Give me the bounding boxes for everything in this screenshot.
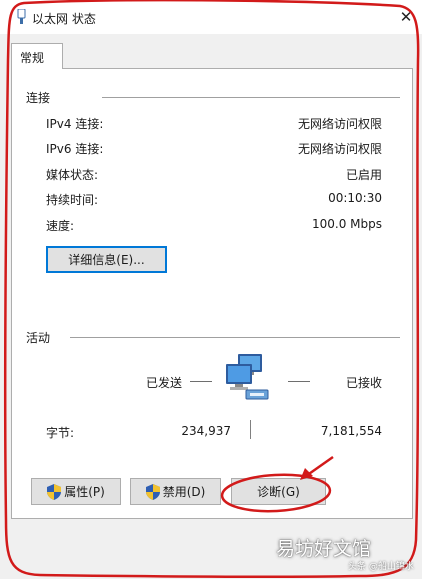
diagnose-button[interactable]: 诊断(G) <box>231 478 326 505</box>
bytes-label: 字节: <box>46 426 75 440</box>
watermark-text: 易坊好文馆 <box>276 538 372 560</box>
uac-shield-icon <box>47 483 62 500</box>
media-state-label: 媒体状态: <box>46 168 99 182</box>
received-label: 已接收 <box>345 376 382 390</box>
speed-label: 速度: <box>46 219 75 233</box>
activity-group-title: 活动 <box>26 331 51 345</box>
sent-label: 已发送 <box>146 376 183 390</box>
ipv4-label: IPv4 连接: <box>46 117 104 131</box>
bytes-separator <box>250 420 251 439</box>
close-button[interactable]: ✕ <box>392 4 420 30</box>
bytes-received-value: 7,181,554 <box>320 424 382 438</box>
ethernet-plug-icon <box>17 9 26 24</box>
tab-panel <box>11 68 413 519</box>
speed-value: 100.0 Mbps <box>311 217 382 231</box>
ipv4-value: 无网络访问权限 <box>297 117 382 131</box>
connection-group-title: 连接 <box>26 91 51 105</box>
received-line <box>288 381 310 382</box>
duration-value: 00:10:30 <box>328 191 382 205</box>
duration-label: 持续时间: <box>46 193 99 207</box>
connection-group-divider <box>102 97 400 98</box>
ipv6-label: IPv6 连接: <box>46 142 104 156</box>
ipv6-value: 无网络访问权限 <box>297 142 382 156</box>
window-title: 以太网 状态 <box>32 12 96 26</box>
uac-shield-icon <box>145 483 160 500</box>
watermark-subtext: 头条 @船山锦水 <box>348 562 414 572</box>
media-state-value: 已启用 <box>345 168 382 182</box>
tab-general[interactable]: 常规 <box>11 43 63 69</box>
details-button[interactable]: 详细信息(E)... <box>46 246 167 273</box>
properties-button[interactable]: 属性(P) <box>31 478 121 505</box>
disable-button-label: 禁用(D) <box>162 485 206 499</box>
bytes-sent-value: 234,937 <box>181 424 231 438</box>
sent-line <box>190 381 212 382</box>
network-computers-icon <box>226 354 269 400</box>
properties-button-label: 属性(P) <box>64 485 105 499</box>
activity-group-divider <box>70 337 400 338</box>
disable-button[interactable]: 禁用(D) <box>130 478 221 505</box>
title-bar: 以太网 状态 ✕ <box>0 0 422 34</box>
